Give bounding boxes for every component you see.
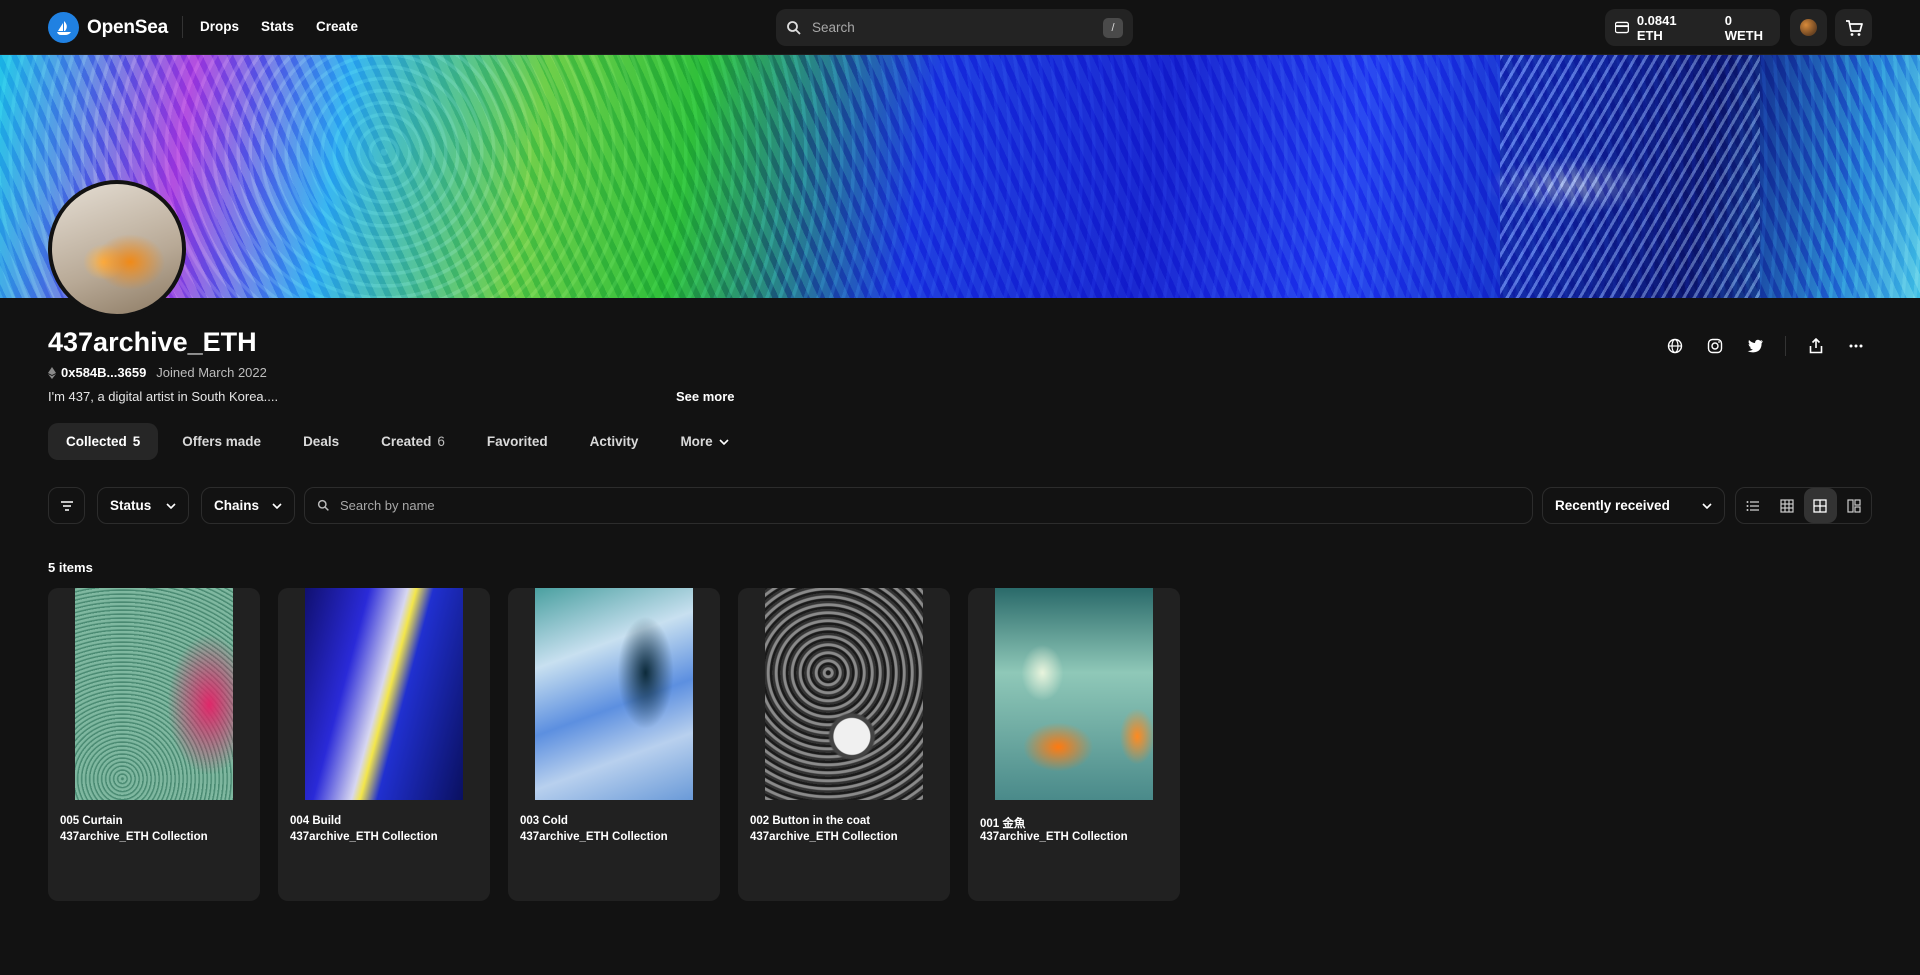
tab-count: 5 [132,434,141,449]
tab-collected[interactable]: Collected 5 [48,423,159,460]
mosaic-view-icon[interactable] [1837,488,1871,523]
cart-button[interactable] [1835,9,1872,46]
profile-bio: I'm 437, a digital artist in South Korea… [48,389,279,404]
ethereum-icon [48,366,56,379]
search-placeholder: Search [812,20,855,35]
nft-card[interactable]: 004 Build 437archive_ETH Collection [278,588,490,901]
nft-card[interactable]: 001 金魚 437archive_ETH Collection [968,588,1180,901]
list-view-icon[interactable] [1736,488,1770,523]
eth-balance: 0.0841 ETH [1636,12,1677,43]
nft-image [535,588,693,800]
nft-collection: 437archive_ETH Collection [980,831,1128,843]
profile-meta: 0x584B...3659 Joined March 2022 [48,365,267,380]
nft-title: 005 Curtain [60,815,123,827]
weth-balance: 0 WETH [1724,12,1764,43]
nav-divider [182,16,183,38]
nft-card[interactable]: 005 Curtain 437archive_ETH Collection [48,588,260,901]
search-icon [787,20,801,35]
nft-title: 004 Build [290,815,342,827]
search-by-name-placeholder: Search by name [340,498,435,513]
tab-label: Created [381,434,432,449]
chains-dropdown[interactable]: Chains [201,487,295,524]
nft-image [765,588,923,800]
chains-label: Chains [214,498,260,513]
chevron-down-icon [272,502,282,509]
nft-collection: 437archive_ETH Collection [520,831,668,843]
website-globe-icon[interactable] [1665,336,1685,356]
profile-banner-image [0,55,1920,298]
nft-card[interactable]: 002 Button in the coat 437archive_ETH Co… [738,588,950,901]
large-grid-icon[interactable] [1803,488,1838,523]
tab-label: Favorited [486,434,548,449]
status-label: Status [110,498,152,513]
chevron-down-icon [719,438,729,445]
tab-offers-made[interactable]: Offers made [164,423,279,460]
global-search-input[interactable]: Search / [776,9,1133,46]
tab-favorited[interactable]: Favorited [469,423,566,460]
more-options-icon[interactable] [1846,336,1866,356]
actions-divider [1785,336,1786,356]
twitter-icon[interactable] [1745,336,1765,356]
chevron-down-icon [1702,502,1712,509]
joined-date: Joined March 2022 [156,365,267,380]
tab-label: Offers made [182,434,262,449]
items-count: 5 items [48,560,93,575]
view-mode-switcher [1735,487,1872,524]
wallet-balance-button[interactable]: 0.0841 ETH 0 WETH [1605,9,1780,46]
nav-drops[interactable]: Drops [200,19,239,34]
tab-created[interactable]: Created 6 [363,423,463,460]
wallet-address[interactable]: 0x584B...3659 [48,365,146,380]
nft-title: 001 金魚 [980,818,1026,830]
cart-icon [1845,19,1863,36]
profile-tabs: Collected 5 Offers made Deals Created 6 … [48,423,747,460]
search-shortcut-badge: / [1103,17,1123,38]
instagram-icon[interactable] [1705,336,1725,356]
account-menu-button[interactable] [1790,9,1827,46]
tab-label: Collected [66,434,127,449]
nft-card[interactable]: 003 Cold 437archive_ETH Collection [508,588,720,901]
sort-label: Recently received [1555,498,1670,513]
profile-avatar-image [48,180,186,318]
tab-label: Deals [303,434,340,449]
wallet-icon [1615,21,1629,34]
profile-actions [1665,336,1866,356]
chevron-down-icon [166,502,176,509]
top-navigation-bar: OpenSea Drops Stats Create Search / 0.08… [0,0,1920,55]
nft-image [995,588,1153,800]
tab-label: Activity [589,434,639,449]
nft-collection: 437archive_ETH Collection [60,831,208,843]
nav-stats[interactable]: Stats [261,19,294,34]
main-nav: Drops Stats Create [200,19,358,34]
status-dropdown[interactable]: Status [97,487,189,524]
logo-text: OpenSea [87,16,168,38]
profile-username: 437archive_ETH [48,327,257,357]
wallet-address-text: 0x584B...3659 [61,365,147,380]
see-more-link[interactable]: See more [676,389,735,404]
filter-toggle-button[interactable] [48,487,85,524]
search-icon [317,499,329,511]
search-by-name-input[interactable]: Search by name [304,487,1533,524]
tab-activity[interactable]: Activity [572,423,657,460]
nft-collection: 437archive_ETH Collection [750,831,898,843]
share-icon[interactable] [1806,336,1826,356]
nft-image [305,588,463,800]
filter-icon [60,500,73,511]
avatar [1800,19,1817,36]
nav-create[interactable]: Create [316,19,358,34]
tab-count: 6 [437,434,445,449]
nft-collection: 437archive_ETH Collection [290,831,438,843]
nft-image [75,588,233,800]
tab-deals[interactable]: Deals [285,423,357,460]
nft-title: 002 Button in the coat [750,815,871,827]
small-grid-icon[interactable] [1770,488,1804,523]
opensea-logo-icon [48,12,79,43]
opensea-logo[interactable]: OpenSea [48,12,168,43]
tab-label: More [680,434,713,449]
nft-title: 003 Cold [520,815,568,827]
sort-dropdown[interactable]: Recently received [1542,487,1725,524]
tab-more[interactable]: More [662,423,746,460]
